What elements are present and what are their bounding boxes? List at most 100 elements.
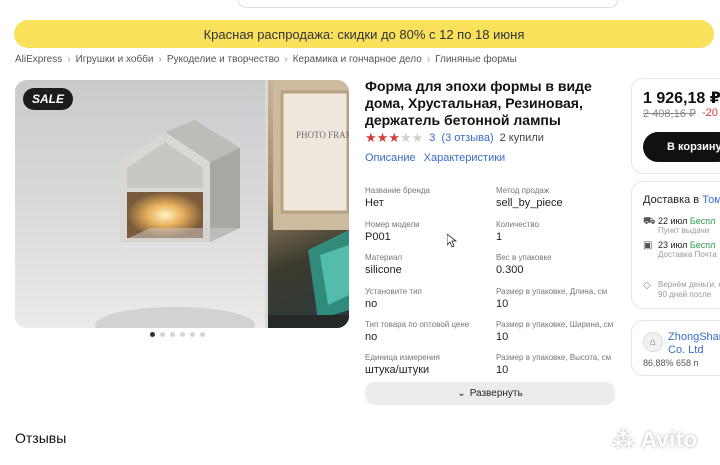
truck-icon: ⛟ [643, 216, 656, 227]
star-icon: ★ [376, 130, 389, 145]
shipping-option[interactable]: ⛟ 22 июл Беспл Пункт выдачи [643, 216, 715, 235]
star-empty-icon: ★ [411, 130, 424, 145]
product-gallery[interactable]: SALE PHOTO FRAME [15, 80, 349, 328]
store-stats: 86.88% 658 п [643, 358, 699, 368]
spec-label: Установите тип [365, 287, 422, 296]
spec-value: 1 [496, 231, 503, 243]
spec-item: Метод продаж sell_by_piece [496, 186, 621, 209]
shipping-option[interactable]: ▣ 23 июл Беспл Доставка Почта [643, 240, 717, 259]
sold-count: 2 купили [499, 132, 544, 144]
spec-label: Размер в упаковке, Ширина, см [496, 320, 614, 329]
shipping-note: Пункт выдачи [658, 226, 710, 235]
shipping-city-link[interactable]: Том [702, 194, 720, 206]
gallery-dot[interactable] [200, 332, 205, 337]
gallery-dot[interactable] [180, 332, 185, 337]
spec-label: Количество [496, 220, 539, 229]
spec-value: 10 [496, 364, 509, 376]
photo-frame-text: PHOTO FRAME [296, 130, 349, 140]
spec-value: Нет [365, 197, 384, 209]
expand-specs-button[interactable]: ⌄ Развернуть [365, 382, 615, 405]
gallery-pagination[interactable] [150, 332, 205, 337]
top-bar [0, 0, 720, 12]
concrete-house-lamp-illustration [95, 120, 255, 328]
shipping-free-tag: Беспл [689, 240, 716, 250]
sale-badge: SALE [23, 88, 74, 110]
spec-item: Вес в упаковке 0.300 [496, 253, 621, 276]
rating-row: ★★★★★ 3 (3 отзыва) 2 купили [365, 130, 544, 146]
product-tabs: Описание Характеристики [365, 152, 505, 164]
reviews-link[interactable]: (3 отзыва) [441, 132, 493, 144]
old-price: 2 408,16 ₽ [643, 108, 696, 120]
gallery-dot[interactable] [160, 332, 165, 337]
shipping-date: 23 июл [658, 240, 688, 250]
breadcrumb-item-ceramics[interactable]: Керамика и гончарное дело [293, 54, 422, 65]
spec-value: P001 [365, 231, 391, 243]
chevron-right-icon: › [158, 54, 162, 65]
spec-item: Установите тип no [365, 287, 490, 310]
spec-label: Вес в упаковке [496, 253, 552, 262]
breadcrumb: AliExpress › Игрушки и хобби › Рукоделие… [15, 54, 517, 65]
chevron-right-icon: › [284, 54, 288, 65]
product-title: Форма для эпохи формы в виде дома, Хруст… [365, 78, 592, 128]
spec-label: Название бренда [365, 186, 430, 195]
shipping-note: Доставка Почта [658, 250, 717, 259]
spec-item: Название бренда Нет [365, 186, 490, 209]
box-icon: ▣ [643, 240, 653, 251]
breadcrumb-item-clay-molds[interactable]: Глиняные формы [435, 54, 517, 65]
spec-label: Единица измерения [365, 353, 440, 362]
tab-description[interactable]: Описание [365, 152, 416, 164]
star-icon: ★ [388, 130, 400, 145]
refund-note: ◇ Вернём деньги, если90 дней после [643, 280, 720, 299]
avito-watermark: ⁂ Avito [612, 427, 698, 452]
star-empty-icon: ★ [399, 130, 412, 145]
spec-value: 0.300 [496, 264, 524, 276]
spec-value: 10 [496, 298, 509, 310]
chevron-right-icon: › [426, 54, 431, 65]
spec-item: Количество 1 [496, 220, 621, 243]
breadcrumb-item-aliexpress[interactable]: AliExpress [15, 54, 62, 65]
spec-label: Номер модели [365, 220, 420, 229]
promo-text: Красная распродажа: скидки до 80% с 12 п… [203, 26, 525, 42]
spec-value: no [365, 298, 378, 310]
reviews-heading: Отзывы [15, 430, 67, 446]
shipping-date: 22 июл [658, 216, 688, 226]
gallery-dot[interactable] [190, 332, 195, 337]
chevron-right-icon: › [67, 54, 71, 65]
breadcrumb-item-toys[interactable]: Игрушки и хобби [76, 54, 154, 65]
spec-label: Материал [365, 253, 403, 262]
breadcrumb-item-crafts[interactable]: Рукоделие и творчество [167, 54, 280, 65]
mouse-cursor-icon [447, 234, 457, 248]
spec-value: no [365, 331, 378, 343]
product-image-main[interactable] [15, 80, 265, 328]
spec-item: Размер в упаковке, Ширина, см 10 [496, 320, 621, 343]
discount-badge: -20 [702, 107, 718, 119]
spec-value: silicone [365, 264, 402, 276]
frame-lamp-illustration: PHOTO FRAME [268, 80, 349, 328]
rating-value: 3 [429, 132, 436, 144]
promo-banner[interactable]: Красная распродажа: скидки до 80% с 12 п… [14, 20, 714, 48]
spec-label: Размер в упаковке, Высота, см [496, 353, 612, 362]
spec-label: Размер в упаковке, Длина, см [496, 287, 608, 296]
current-price: 1 926,18 ₽ [643, 90, 720, 107]
spec-item: Тип товара по оптовой цене no [365, 320, 490, 343]
shipping-title: Доставка в Том [643, 194, 720, 206]
gallery-dot[interactable] [170, 332, 175, 337]
search-bar-edge[interactable] [238, 0, 618, 8]
tab-specs[interactable]: Характеристики [424, 152, 506, 164]
spec-label: Тип товара по оптовой цене [365, 320, 470, 329]
gallery-dot[interactable] [150, 332, 155, 337]
spec-item: Размер в упаковке, Высота, см 10 [496, 353, 621, 376]
spec-item: Номер модели P001 [365, 220, 490, 243]
avito-logo-icon: ⁂ [612, 427, 636, 452]
chevron-down-icon: ⌄ [457, 388, 466, 399]
spec-item: Размер в упаковке, Длина, см 10 [496, 287, 621, 310]
add-to-cart-button[interactable]: В корзину [643, 132, 720, 162]
expand-label: Развернуть [469, 388, 523, 399]
spec-value: sell_by_piece [496, 197, 563, 209]
shield-icon: ◇ [643, 280, 651, 291]
spec-label: Метод продаж [496, 186, 550, 195]
product-image-thumb[interactable]: PHOTO FRAME [268, 80, 349, 328]
rating-stars: ★★★★★ [365, 130, 423, 146]
spec-value: 10 [496, 331, 509, 343]
store-name[interactable]: ZhongShan Co. Ltd [668, 331, 720, 357]
